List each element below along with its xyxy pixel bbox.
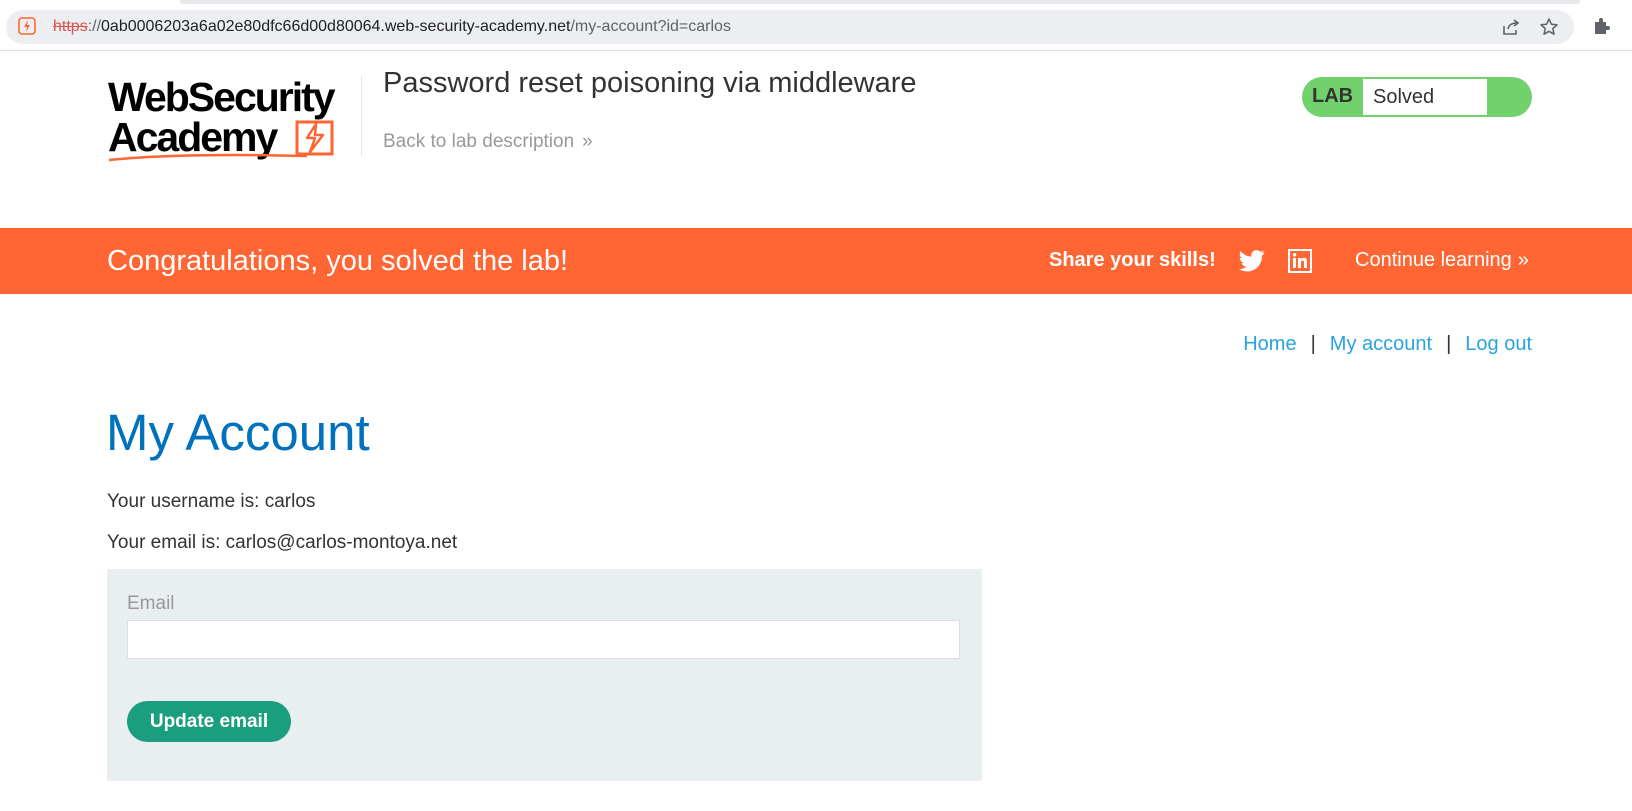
back-link-label: Back to lab description — [383, 131, 575, 152]
email-field-label: Email — [127, 593, 175, 614]
web-security-academy-logo[interactable]: WebSecurity Academy — [108, 73, 358, 169]
url-host: 0ab0006203a6a02e80dfc66d00d80064.web-sec… — [101, 18, 571, 35]
lab-badge-label: LAB — [1312, 85, 1354, 107]
continue-learning-link[interactable]: Continue learning» — [1355, 249, 1529, 272]
star-icon[interactable] — [1539, 17, 1559, 37]
nav-my-account-link[interactable]: My account — [1330, 333, 1432, 355]
lab-title: Password reset poisoning via middleware — [383, 67, 917, 99]
nav-separator: | — [1446, 333, 1452, 355]
lab-status-text: Solved — [1373, 86, 1435, 108]
logo-underline-icon — [108, 153, 308, 162]
account-nav: Home | My account | Log out — [1243, 333, 1532, 356]
page-title: My Account — [106, 404, 370, 461]
header-divider — [361, 76, 362, 156]
nav-home-link[interactable]: Home — [1243, 333, 1296, 355]
email-field[interactable] — [127, 620, 960, 659]
site-info-icon[interactable] — [18, 17, 36, 35]
continue-learning-label: Continue learning — [1355, 249, 1512, 271]
url-scheme: https — [53, 18, 88, 35]
url-text[interactable]: https://0ab0006203a6a02e80dfc66d00d80064… — [53, 18, 731, 36]
browser-toolbar: https://0ab0006203a6a02e80dfc66d00d80064… — [0, 0, 1632, 51]
url-separator: :// — [87, 18, 102, 35]
linkedin-icon[interactable] — [1288, 249, 1312, 273]
lab-status-badge: LAB Solved — [1302, 77, 1532, 117]
nav-log-out-link[interactable]: Log out — [1465, 333, 1532, 355]
update-email-button[interactable]: Update email — [127, 701, 291, 742]
username-info: Your username is: carlos — [107, 491, 316, 512]
email-info: Your email is: carlos@carlos-montoya.net — [107, 532, 458, 553]
chevron-right-icon: » — [582, 131, 592, 152]
lab-status-box: Solved — [1363, 79, 1487, 115]
congratulations-message: Congratulations, you solved the lab! — [107, 245, 569, 277]
change-email-form: Email Update email — [107, 569, 982, 781]
address-bar[interactable]: https://0ab0006203a6a02e80dfc66d00d80064… — [6, 10, 1574, 44]
logo-text-line1: WebSecurity — [108, 74, 336, 120]
nav-separator: | — [1310, 333, 1316, 355]
chevron-right-icon: » — [1517, 249, 1529, 271]
twitter-icon[interactable] — [1239, 249, 1265, 273]
extensions-icon[interactable] — [1591, 16, 1611, 36]
back-to-lab-description-link[interactable]: Back to lab description » — [383, 131, 593, 153]
share-skills-label: Share your skills! — [1049, 249, 1216, 271]
lab-solved-banner: Congratulations, you solved the lab! Sha… — [0, 228, 1632, 294]
url-path: /my-account?id=carlos — [570, 18, 731, 35]
tab-strip — [180, 0, 1580, 4]
share-icon[interactable] — [1501, 17, 1521, 37]
